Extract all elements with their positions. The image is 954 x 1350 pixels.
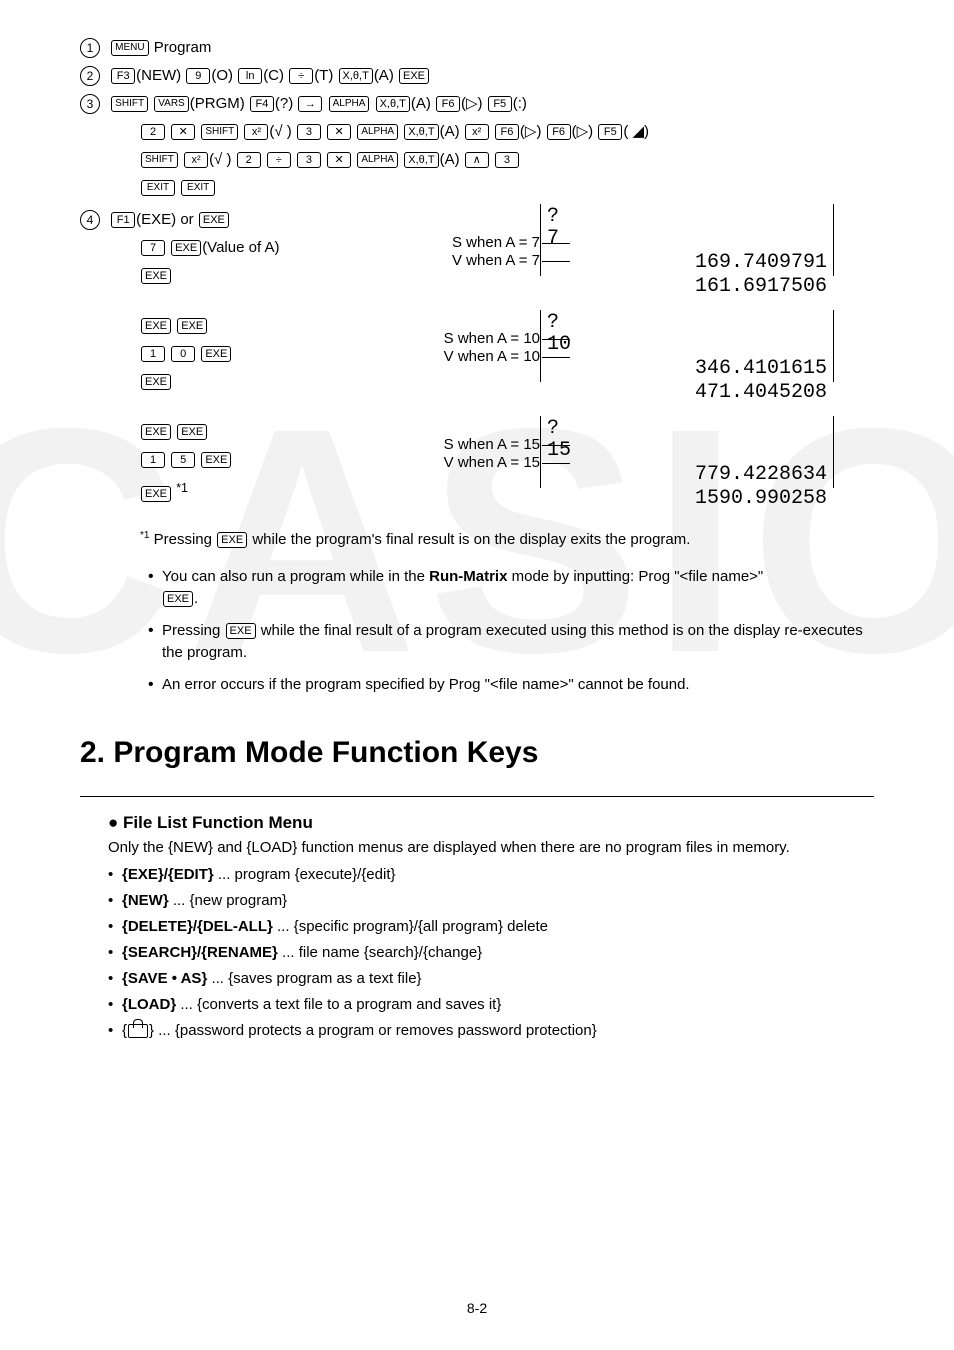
one-key: 1 xyxy=(141,346,165,362)
f6-key: F6 xyxy=(495,124,519,140)
exe-key: EXE xyxy=(141,268,171,284)
note-error: An error occurs if the program specified… xyxy=(148,674,874,696)
alpha-key: ALPHA xyxy=(357,152,398,168)
menu-load: {LOAD} ... {converts a text file to a pr… xyxy=(108,994,874,1016)
f6-key: F6 xyxy=(436,96,460,112)
mult-key: ✕ xyxy=(327,152,351,168)
f5-key: F5 xyxy=(488,96,512,112)
menu-key: MENU xyxy=(111,40,148,56)
page-number: 8-2 xyxy=(0,1300,954,1316)
step-3-line-2: 2 ✕ SHIFT x²(√ ) 3 ✕ ALPHA X,θ,T(A) x² F… xyxy=(140,120,874,144)
nine-key: 9 xyxy=(186,68,210,84)
exe-key: EXE xyxy=(141,374,171,390)
exe-key: EXE xyxy=(199,212,229,228)
menu-new: {NEW} ... {new program} xyxy=(108,890,874,912)
notes-list: You can also run a program while in the … xyxy=(108,566,874,696)
file-list-intro: Only the {NEW} and {LOAD} function menus… xyxy=(108,839,874,856)
xot-key: X,θ,T xyxy=(339,68,373,84)
mult-key: ✕ xyxy=(327,124,351,140)
step-number-3: 3 xyxy=(80,94,100,114)
shift-key: SHIFT xyxy=(141,152,178,168)
one-key: 1 xyxy=(141,452,165,468)
five-key: 5 xyxy=(171,452,195,468)
f5-key: F5 xyxy=(598,124,622,140)
step-3-line-4: EXIT EXIT xyxy=(140,176,874,200)
step-2: 2 F3(NEW) 9(O) ln(C) ÷(T) X,θ,T(A) EXE xyxy=(80,64,874,88)
exit-key: EXIT xyxy=(181,180,215,196)
menu-delete: {DELETE}/{DEL-ALL} ... {specific program… xyxy=(108,916,874,938)
section-divider xyxy=(80,796,874,797)
f6-key: F6 xyxy=(547,124,571,140)
calc-labels-3: S when A = 15 V when A = 15 xyxy=(380,436,540,472)
shift-key: SHIFT xyxy=(111,96,148,112)
ln-key: ln xyxy=(238,68,262,84)
exe-key: EXE xyxy=(201,346,231,362)
menu-search: {SEARCH}/{RENAME} ... file name {search}… xyxy=(108,942,874,964)
alpha-key: ALPHA xyxy=(329,96,370,112)
xot-key: X,θ,T xyxy=(404,152,438,168)
step-4: 4 F1(EXE) or EXE xyxy=(80,208,380,232)
calc-screen-1: ? 7 169.7409791 161.6917506 xyxy=(540,204,834,276)
x2-key: x² xyxy=(465,124,489,140)
xot-key: X,θ,T xyxy=(376,96,410,112)
file-list-menu: File List Function Menu Only the {NEW} a… xyxy=(108,813,874,1042)
exe-key: EXE xyxy=(177,424,207,440)
two-key: 2 xyxy=(237,152,261,168)
step-3-line-3: SHIFT x²(√ ) 2 ÷ 3 ✕ ALPHA X,θ,T(A) ∧ 3 xyxy=(140,148,874,172)
calc-screen-2: ? 10 346.4101615 471.4045208 xyxy=(540,310,834,382)
exe-key: EXE xyxy=(163,591,193,607)
x2-key: x² xyxy=(244,124,268,140)
menu-lock: {} ... {password protects a program or r… xyxy=(108,1020,874,1042)
exe-key: EXE xyxy=(201,452,231,468)
three-key: 3 xyxy=(297,152,321,168)
exe-key: EXE xyxy=(171,240,201,256)
vars-key: VARS xyxy=(154,96,189,112)
step-number-1: 1 xyxy=(80,38,100,58)
exe-key: EXE xyxy=(177,318,207,334)
div-key: ÷ xyxy=(267,152,291,168)
lock-icon xyxy=(128,1024,148,1038)
step-4-value: 7 EXE(Value of A) xyxy=(140,236,380,260)
exe-key: EXE xyxy=(141,486,171,502)
alpha-key: ALPHA xyxy=(357,124,398,140)
calc-screen-3: ? 15 779.4228634 1590.990258 xyxy=(540,416,834,488)
div-key: ÷ xyxy=(289,68,313,84)
menu-exe-edit: {EXE}/{EDIT} ... program {execute}/{edit… xyxy=(108,864,874,886)
step-1: 1 MENU Program xyxy=(80,36,874,60)
calc-labels-1: S when A = 7 V when A = 7 xyxy=(380,234,540,270)
f1-key: F1 xyxy=(111,212,135,228)
calc-labels-2: S when A = 10 V when A = 10 xyxy=(380,330,540,366)
arrow-key: → xyxy=(298,96,322,112)
xot-key: X,θ,T xyxy=(404,124,438,140)
footnote-ref: *1 xyxy=(176,481,188,495)
section-heading: 2. Program Mode Function Keys xyxy=(80,736,874,770)
shift-key: SHIFT xyxy=(201,124,238,140)
x2-key: x² xyxy=(184,152,208,168)
seven-key: 7 xyxy=(141,240,165,256)
mult-key: ✕ xyxy=(171,124,195,140)
step-3-line-1: 3 SHIFT VARS(PRGM) F4(?) → ALPHA X,θ,T(A… xyxy=(80,92,874,116)
menu-save-as: {SAVE • AS} ... {saves program as a text… xyxy=(108,968,874,990)
step-1-label: Program xyxy=(154,39,212,56)
exe-key: EXE xyxy=(217,532,247,548)
exe-key: EXE xyxy=(399,68,429,84)
step-number-2: 2 xyxy=(80,66,100,86)
f3-key: F3 xyxy=(111,68,135,84)
three-key: 3 xyxy=(297,124,321,140)
three-key: 3 xyxy=(495,152,519,168)
exe-key: EXE xyxy=(141,424,171,440)
note-reexec: Pressing EXE while the final result of a… xyxy=(148,620,874,664)
pow-key: ∧ xyxy=(465,152,489,168)
zero-key: 0 xyxy=(171,346,195,362)
exit-key: EXIT xyxy=(141,180,175,196)
step-number-4: 4 xyxy=(80,210,100,230)
f4-key: F4 xyxy=(250,96,274,112)
footnote: *1 Pressing EXE while the program's fina… xyxy=(140,530,874,548)
exe-key: EXE xyxy=(141,318,171,334)
two-key: 2 xyxy=(141,124,165,140)
note-run-matrix: You can also run a program while in the … xyxy=(148,566,874,610)
file-list-heading: File List Function Menu xyxy=(108,813,874,833)
exe-key: EXE xyxy=(226,623,256,639)
